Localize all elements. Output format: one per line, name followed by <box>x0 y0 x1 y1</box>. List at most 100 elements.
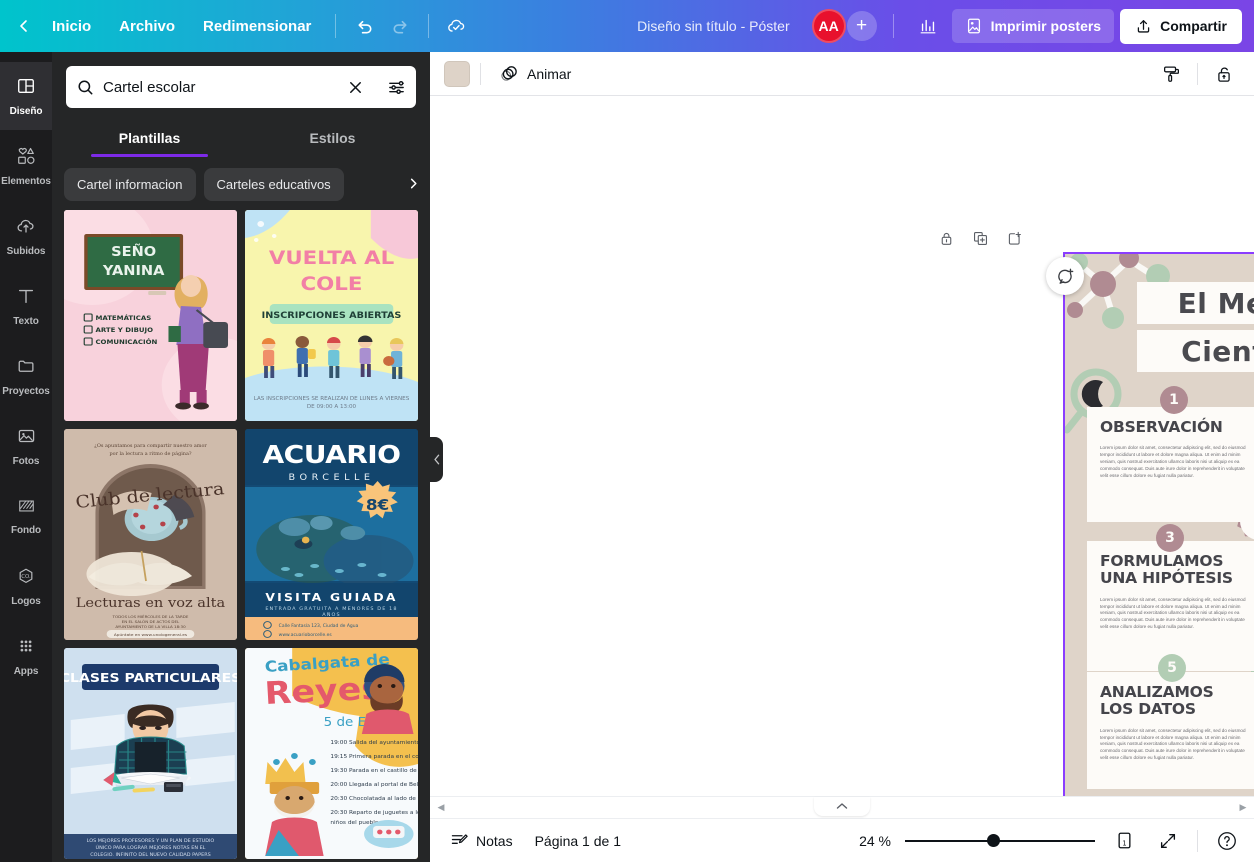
poster-title-line1[interactable]: El Método <box>1065 287 1254 320</box>
redo-icon[interactable] <box>382 8 418 44</box>
add-page-icon[interactable] <box>1002 226 1026 250</box>
sidebar-item-apps[interactable]: Apps <box>0 622 52 690</box>
sidebar-item-elementos[interactable]: Elementos <box>0 132 52 200</box>
unlock-icon[interactable] <box>1208 58 1240 90</box>
chevron-left-icon[interactable] <box>10 12 38 40</box>
status-divider <box>1197 829 1198 852</box>
poster-title-line2[interactable]: Científico <box>1065 335 1254 368</box>
caret-right-icon[interactable]: ▶ <box>1232 802 1254 813</box>
poster-page[interactable]: ! <box>1063 252 1254 796</box>
sidebar-item-diseno[interactable]: Diseño <box>0 62 52 130</box>
poster-artwork: ! <box>1065 254 1254 796</box>
add-comment-icon[interactable] <box>1046 257 1084 295</box>
sidebar-item-fotos[interactable]: Fotos <box>0 412 52 480</box>
svg-text:CLASES PARTICULARES: CLASES PARTICULARES <box>64 672 237 686</box>
sidebar-item-subidos[interactable]: Subidos <box>0 202 52 270</box>
tab-plantillas[interactable]: Plantillas <box>58 118 241 157</box>
zoom-slider[interactable] <box>905 832 1095 850</box>
layout-icon <box>16 76 36 101</box>
step-heading-5: ANALIZAMOS LOS DATOS <box>1100 683 1214 719</box>
notes-button[interactable]: Notas <box>442 826 521 855</box>
step-body-3: Lorem ipsum dolor sit amet, consectetur … <box>1100 596 1246 629</box>
chip-cartel-informacion[interactable]: Cartel informacion <box>64 168 196 201</box>
search-input[interactable] <box>103 78 339 96</box>
share-button[interactable]: Compartir <box>1120 8 1242 44</box>
duplicate-page-icon[interactable] <box>968 226 992 250</box>
expand-icon[interactable] <box>1153 826 1183 856</box>
undo-icon[interactable] <box>346 8 382 44</box>
folder-icon <box>16 356 37 381</box>
zoom-value: 24 % <box>859 832 891 849</box>
sidebar-label-diseno: Diseño <box>9 105 43 117</box>
svg-text:COLE: COLE <box>301 272 363 295</box>
animate-button[interactable]: Animar <box>491 58 580 89</box>
header-divider <box>335 14 337 38</box>
status-bar: Notas Página 1 de 1 24 % 1 <box>430 818 1254 862</box>
search-row <box>52 52 430 118</box>
poster-page-wrapper: ! <box>1063 252 1254 796</box>
sidebar-item-proyectos[interactable]: Proyectos <box>0 342 52 410</box>
share-label: Compartir <box>1160 18 1227 34</box>
collapse-panel-handle[interactable] <box>430 437 443 482</box>
menu-item-resize[interactable]: Redimensionar <box>189 11 325 42</box>
sidebar-label-proyectos: Proyectos <box>2 385 50 397</box>
canvas-area[interactable]: ! <box>430 96 1254 796</box>
svg-text:MATEMÁTICAS: MATEMÁTICAS <box>95 313 151 321</box>
avatar[interactable]: AA <box>811 9 846 43</box>
svg-text:Apúntate en www.unologeneral.e: Apúntate en www.unologeneral.es <box>114 632 187 637</box>
svg-text:19:30 Parada en el castillo de: 19:30 Parada en el castillo de Herrodes <box>330 768 418 774</box>
step-card-1[interactable]: OBSERVACIÓN Lorem ipsum dolor sit amet, … <box>1087 407 1254 522</box>
tab-estilos[interactable]: Estilos <box>241 118 424 157</box>
print-posters-label: Imprimir posters <box>990 18 1102 34</box>
sidebar-item-texto[interactable]: Texto <box>0 272 52 340</box>
menu-item-home[interactable]: Inicio <box>38 11 105 42</box>
template-card-vuelta-al-cole[interactable]: VUELTA AL COLE INSCRIPCIONES ABIERTAS LA… <box>245 210 418 421</box>
header-left-group: Inicio Archivo Redimensionar <box>0 8 475 44</box>
svg-text:AÑOS: AÑOS <box>322 611 341 618</box>
menu-item-file[interactable]: Archivo <box>105 11 189 42</box>
chevron-right-icon[interactable] <box>400 168 426 199</box>
bar-chart-icon[interactable] <box>910 8 946 44</box>
caret-left-icon[interactable]: ◀ <box>430 802 452 813</box>
page-count-icon[interactable]: 1 <box>1109 826 1139 856</box>
chip-carteles-educativos[interactable]: Carteles educativos <box>203 168 344 201</box>
svg-text:VISITA GUIADA: VISITA GUIADA <box>265 591 397 604</box>
document-title[interactable]: Diseño sin título - Póster <box>627 12 800 40</box>
upload-icon <box>1135 18 1152 35</box>
animate-label: Animar <box>527 65 572 82</box>
chevron-up-icon[interactable] <box>814 797 870 816</box>
context-toolbar: Animar <box>430 52 1254 96</box>
template-card-clases-particulares[interactable]: CLASES PARTICULARES LOS MEJORES PROFESOR… <box>64 648 237 859</box>
svg-text:¿Os apuntamos para compartir n: ¿Os apuntamos para compartir nuestro amo… <box>94 443 207 449</box>
cloud-check-icon[interactable] <box>439 8 475 44</box>
step-card-3[interactable]: FORMULAMOS UNA HIPÓTESIS Lorem ipsum dol… <box>1087 541 1254 671</box>
help-circle-icon[interactable] <box>1212 826 1242 856</box>
filter-sliders-icon[interactable] <box>387 78 406 97</box>
add-member-button[interactable]: + <box>846 11 877 41</box>
paint-roller-icon[interactable] <box>1155 58 1187 90</box>
lock-icon[interactable] <box>934 226 958 250</box>
template-card-seno-yanina[interactable]: SEÑO YANINA MATEMÁTICAS ARTE Y DIBUJO CO… <box>64 210 237 421</box>
page-indicator: Página 1 de 1 <box>534 832 621 849</box>
svg-text:Calle Fantasía 123, Ciudad de: Calle Fantasía 123, Ciudad de Agua <box>279 622 359 629</box>
header-divider-2 <box>428 14 430 38</box>
shapes-icon <box>15 146 37 171</box>
svg-text:ARTE Y DIBUJO: ARTE Y DIBUJO <box>95 326 153 334</box>
horizontal-scrollbar[interactable]: ◀ ▶ <box>430 796 1254 818</box>
sidebar-item-fondo[interactable]: Fondo <box>0 482 52 550</box>
template-card-club-de-lectura[interactable]: ¿Os apuntamos para compartir nuestro amo… <box>64 429 237 640</box>
svg-text:ENTRADA GRATUITA A MENORES DE: ENTRADA GRATUITA A MENORES DE 18 <box>265 606 397 612</box>
search-box[interactable] <box>66 66 416 108</box>
print-posters-button[interactable]: Imprimir posters <box>951 9 1115 43</box>
close-icon[interactable] <box>347 79 364 96</box>
header-divider-3 <box>892 14 894 38</box>
template-card-cabalgata-de-reyes[interactable]: Cabalgata de Reyes 5 de Enero 19:00 Sali… <box>245 648 418 859</box>
cloud-upload-icon <box>15 216 37 241</box>
template-card-acuario-borcelle[interactable]: ACUARIO BORCELLE 8€ VISITA GUIADA ENTRAD… <box>245 429 418 640</box>
step-badge-1: 1 <box>1160 386 1188 414</box>
svg-text:TODOS LOS MIÉRCOLES DE LA TARD: TODOS LOS MIÉRCOLES DE LA TARDE <box>111 614 189 619</box>
background-color-swatch[interactable] <box>444 60 470 87</box>
sidebar-item-logos[interactable]: CO. Logos <box>0 552 52 620</box>
zoom-knob[interactable] <box>986 834 1000 847</box>
step-card-5[interactable]: ANALIZAMOS LOS DATOS Lorem ipsum dolor s… <box>1087 672 1254 789</box>
